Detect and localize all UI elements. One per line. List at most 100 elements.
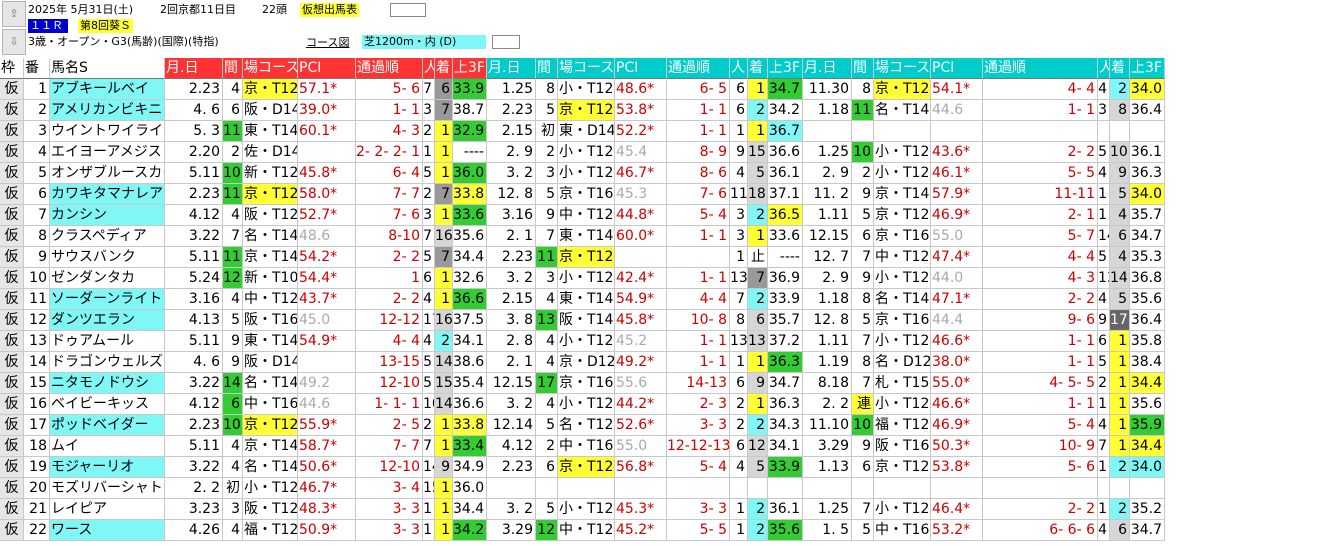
race-passing-3: 4- 3 [983, 268, 1098, 289]
horse-name[interactable]: ゼンダンタカ [50, 268, 165, 289]
race-popularity-3: 2 [1098, 373, 1110, 394]
race-pci-1 [298, 352, 356, 373]
race-course-2: 中・T16 [558, 436, 615, 457]
waku-cell[interactable]: 仮 [0, 457, 24, 478]
waku-cell[interactable]: 仮 [0, 205, 24, 226]
col-pop-2: 人 [730, 58, 748, 79]
race-last3f-3: 34.7 [1130, 226, 1165, 247]
race-course-3: 阪・T16 [874, 436, 931, 457]
waku-cell[interactable]: 仮 [0, 310, 24, 331]
mode-button[interactable]: 仮想出馬表 [300, 3, 359, 17]
horse-name[interactable]: エイヨーアメジスト [50, 142, 165, 163]
up-arrow-icon[interactable]: ⇪ [2, 1, 26, 27]
race-date-1: 3.22 [165, 373, 223, 394]
horse-name[interactable]: ダンツエラン [50, 310, 165, 331]
race-interval-2: 2 [536, 436, 558, 457]
race-pci-2: 52.2* [615, 121, 667, 142]
race-last3f-1: 33.6 [453, 205, 487, 226]
race-date-1: 4.12 [165, 394, 223, 415]
horse-name[interactable]: オンザブルースカイ [50, 163, 165, 184]
horse-name[interactable]: ニタモノドウシ [50, 373, 165, 394]
race-passing-1: 4- 4 [356, 331, 423, 352]
race-popularity-2: 2 [730, 415, 748, 436]
horse-name[interactable]: サウスバンク [50, 247, 165, 268]
waku-cell[interactable]: 仮 [0, 247, 24, 268]
horse-name[interactable]: アブキールベイ [50, 79, 165, 100]
waku-cell[interactable]: 仮 [0, 142, 24, 163]
waku-cell[interactable]: 仮 [0, 289, 24, 310]
horse-name[interactable]: モズリバーシャトー [50, 478, 165, 499]
race-date-3: 12. 7 [803, 247, 852, 268]
waku-cell[interactable]: 仮 [0, 163, 24, 184]
race-course-2: 京・T16 [558, 373, 615, 394]
course-info: 芝1200m・内 (D) [362, 35, 486, 49]
race-date-3: 1. 5 [803, 520, 852, 541]
course-field[interactable] [492, 35, 520, 49]
horse-name[interactable]: ベイビーキッス [50, 394, 165, 415]
race-finish-1: 1 [435, 415, 453, 436]
horse-number: 8 [24, 226, 50, 247]
race-popularity-3: 4 [1098, 415, 1110, 436]
horse-name[interactable]: カワキタマナレア [50, 184, 165, 205]
race-last3f-3: 38.4 [1130, 352, 1165, 373]
race-popularity-2: 1 [730, 352, 748, 373]
race-interval-2: 5 [536, 499, 558, 520]
horse-name[interactable]: カンシン [50, 205, 165, 226]
waku-cell[interactable]: 仮 [0, 121, 24, 142]
race-date-3: 1.25 [803, 499, 852, 520]
race-popularity-1: 7 [423, 226, 435, 247]
horse-name[interactable]: ポッドベイダー [50, 415, 165, 436]
race-popularity-3: 4 [1098, 289, 1110, 310]
waku-cell[interactable]: 仮 [0, 499, 24, 520]
waku-cell[interactable]: 仮 [0, 478, 24, 499]
course-map-link[interactable]: コース図 [306, 36, 349, 50]
horse-number: 2 [24, 100, 50, 121]
horse-name[interactable]: レイピア [50, 499, 165, 520]
waku-cell[interactable]: 仮 [0, 100, 24, 121]
horse-name[interactable]: アメリカンビキニ [50, 100, 165, 121]
race-pci-1: 43.7* [298, 289, 356, 310]
race-passing-3: 4- 4 [983, 247, 1098, 268]
race-interval-2: 3 [536, 268, 558, 289]
horse-name[interactable]: ウイントワイライト [50, 121, 165, 142]
waku-cell[interactable]: 仮 [0, 331, 24, 352]
race-last3f-1: 34.9 [453, 457, 487, 478]
waku-cell[interactable]: 仮 [0, 520, 24, 541]
horse-name[interactable]: ドゥアムール [50, 331, 165, 352]
race-interval-1: 4 [223, 457, 243, 478]
race-last3f-2: 36.3 [768, 352, 803, 373]
horse-name[interactable]: ムイ [50, 436, 165, 457]
race-last3f-2: 37.2 [768, 331, 803, 352]
down-arrow-icon[interactable]: ⇩ [2, 29, 26, 55]
horse-name[interactable]: ワース [50, 520, 165, 541]
waku-cell[interactable]: 仮 [0, 352, 24, 373]
race-passing-1: 7- 7 [356, 184, 423, 205]
race-popularity-1: 7 [423, 79, 435, 100]
race-passing-3: 2- 2 [983, 142, 1098, 163]
race-pci-1: 46.7* [298, 478, 356, 499]
race-interval-1: 2 [223, 142, 243, 163]
waku-cell[interactable]: 仮 [0, 436, 24, 457]
horse-name[interactable]: ドラゴンウェルズ [50, 352, 165, 373]
race-passing-2: 8- 9 [667, 142, 730, 163]
mode-field[interactable] [390, 3, 426, 17]
waku-cell[interactable]: 仮 [0, 184, 24, 205]
waku-cell[interactable]: 仮 [0, 415, 24, 436]
race-passing-2: 5- 4 [667, 205, 730, 226]
race-last3f-3: 34.4 [1130, 373, 1165, 394]
waku-cell[interactable]: 仮 [0, 79, 24, 100]
horse-name[interactable]: ソーダーンライト [50, 289, 165, 310]
horse-name[interactable]: クラスペディア [50, 226, 165, 247]
horse-number: 10 [24, 268, 50, 289]
race-date-1: 5.24 [165, 268, 223, 289]
waku-cell[interactable]: 仮 [0, 373, 24, 394]
race-last3f-3: 36.4 [1130, 100, 1165, 121]
race-pci-2: 45.2* [615, 520, 667, 541]
race-date-1: 2.20 [165, 142, 223, 163]
race-passing-2: 5- 4 [667, 457, 730, 478]
horse-name[interactable]: モジャーリオ [50, 457, 165, 478]
race-last3f-1: ---- [453, 142, 487, 163]
waku-cell[interactable]: 仮 [0, 268, 24, 289]
waku-cell[interactable]: 仮 [0, 226, 24, 247]
waku-cell[interactable]: 仮 [0, 394, 24, 415]
